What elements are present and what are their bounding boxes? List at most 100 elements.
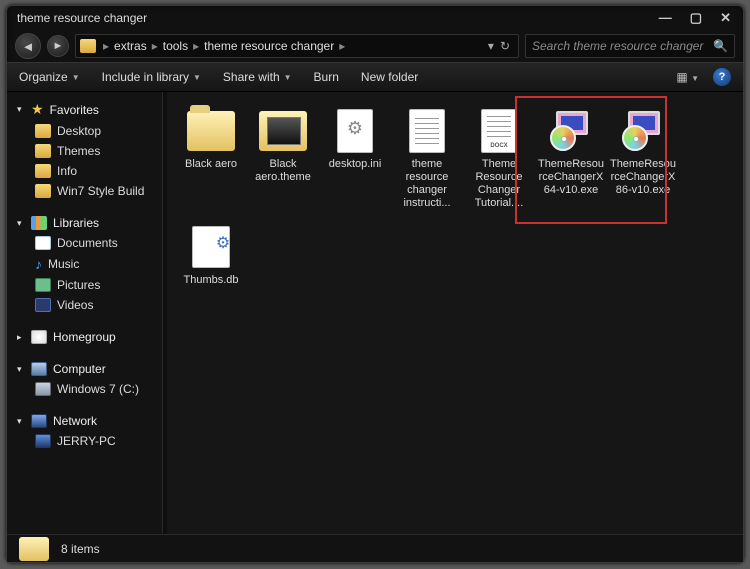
- share-with-button[interactable]: Share with▼: [223, 70, 292, 84]
- chevron-down-icon: ▼: [72, 73, 80, 82]
- folder-icon: [35, 164, 51, 178]
- collapse-icon: ▾: [17, 104, 25, 115]
- file-icon: [547, 108, 595, 154]
- sidebar-item-themes[interactable]: Themes: [7, 141, 162, 161]
- file-icon: [187, 108, 235, 154]
- file-label: ThemeResourceChangerX86-v10.exe: [609, 158, 677, 197]
- collapse-icon: ▾: [17, 218, 25, 229]
- star-icon: ★: [31, 101, 44, 118]
- folder-icon: [35, 124, 51, 138]
- homegroup-header[interactable]: ▸Homegroup: [7, 327, 162, 347]
- maximize-button[interactable]: ▢: [690, 10, 702, 26]
- sidebar-item-jerry-pc[interactable]: JERRY-PC: [7, 431, 162, 451]
- libraries-icon: [31, 216, 47, 230]
- address-bar: ◄ ► ▸ extras ▸ tools ▸ theme resource ch…: [7, 30, 743, 62]
- collapse-icon: ▾: [17, 416, 25, 427]
- file-label: Thumbs.db: [183, 274, 238, 287]
- sidebar: ▾★Favorites Desktop Themes Info Win7 Sty…: [7, 92, 163, 534]
- toolbar: Organize▼ Include in library▼ Share with…: [7, 62, 743, 92]
- folder-icon: [19, 537, 49, 561]
- sidebar-item-drive-c[interactable]: Windows 7 (C:): [7, 379, 162, 399]
- sidebar-item-music[interactable]: ♪Music: [7, 253, 162, 275]
- sidebar-item-info[interactable]: Info: [7, 161, 162, 181]
- file-label: Theme Resource Changer Tutorial....: [465, 158, 533, 210]
- file-item[interactable]: ThemeResourceChangerX64-v10.exe: [535, 104, 607, 214]
- file-label: ThemeResourceChangerX64-v10.exe: [537, 158, 605, 197]
- include-library-button[interactable]: Include in library▼: [102, 70, 201, 84]
- folder-icon: [80, 39, 96, 53]
- file-label: desktop.ini: [329, 158, 382, 171]
- libraries-header[interactable]: ▾Libraries: [7, 213, 162, 233]
- file-item[interactable]: Black aero: [175, 104, 247, 214]
- search-placeholder: Search theme resource changer: [532, 39, 703, 53]
- file-item[interactable]: Black aero.theme: [247, 104, 319, 214]
- file-label: theme resource changer instructi...: [393, 158, 461, 210]
- breadcrumb[interactable]: ▸ extras ▸ tools ▸ theme resource change…: [75, 34, 519, 58]
- titlebar: theme resource changer — ▢ ✕: [7, 6, 743, 30]
- music-icon: ♪: [35, 256, 42, 272]
- file-item[interactable]: desktop.ini: [319, 104, 391, 214]
- minimize-button[interactable]: —: [659, 10, 672, 26]
- crumb-current[interactable]: theme resource changer: [204, 39, 334, 53]
- sidebar-item-desktop[interactable]: Desktop: [7, 121, 162, 141]
- forward-button[interactable]: ►: [47, 35, 69, 57]
- pictures-icon: [35, 278, 51, 292]
- network-icon: [31, 414, 47, 428]
- sidebar-item-documents[interactable]: Documents: [7, 233, 162, 253]
- view-mode-button[interactable]: ▦ ▼: [676, 70, 699, 84]
- file-icon: [187, 224, 235, 270]
- file-item[interactable]: Theme Resource Changer Tutorial....: [463, 104, 535, 214]
- search-icon: 🔍: [713, 39, 728, 53]
- item-count: 8 items: [61, 542, 100, 556]
- file-grid: Black aero Black aero.theme desktop.ini the…: [175, 104, 735, 297]
- refresh-icon[interactable]: ↻: [500, 39, 510, 53]
- file-item[interactable]: Thumbs.db: [175, 220, 247, 291]
- new-folder-button[interactable]: New folder: [361, 70, 418, 84]
- file-icon: [475, 108, 523, 154]
- collapse-icon: ▾: [17, 364, 25, 375]
- file-label: Black aero: [185, 158, 237, 171]
- sidebar-item-videos[interactable]: Videos: [7, 295, 162, 315]
- file-label: Black aero.theme: [249, 158, 317, 184]
- sidebar-item-win7sb[interactable]: Win7 Style Build: [7, 181, 162, 201]
- help-button[interactable]: ?: [713, 68, 731, 86]
- chevron-right-icon[interactable]: ▸: [100, 39, 112, 53]
- chevron-down-icon: ▼: [284, 73, 292, 82]
- chevron-right-icon[interactable]: ▸: [149, 39, 161, 53]
- window-title: theme resource changer: [17, 11, 659, 25]
- documents-icon: [35, 236, 51, 250]
- file-item[interactable]: theme resource changer instructi...: [391, 104, 463, 214]
- explorer-window: theme resource changer — ▢ ✕ ◄ ► ▸ extra…: [6, 5, 744, 563]
- close-button[interactable]: ✕: [720, 10, 731, 26]
- file-item[interactable]: ThemeResourceChangerX86-v10.exe: [607, 104, 679, 214]
- pc-icon: [35, 434, 51, 448]
- expand-icon: ▸: [17, 332, 25, 343]
- crumb-extras[interactable]: extras: [114, 39, 147, 53]
- network-header[interactable]: ▾Network: [7, 411, 162, 431]
- file-icon: [403, 108, 451, 154]
- status-bar: 8 items: [7, 534, 743, 562]
- file-pane[interactable]: Black aero Black aero.theme desktop.ini the…: [167, 92, 743, 534]
- favorites-header[interactable]: ▾★Favorites: [7, 98, 162, 121]
- folder-icon: [35, 184, 51, 198]
- chevron-right-icon[interactable]: ▸: [190, 39, 202, 53]
- crumb-tools[interactable]: tools: [163, 39, 188, 53]
- videos-icon: [35, 298, 51, 312]
- computer-header[interactable]: ▾Computer: [7, 359, 162, 379]
- computer-icon: [31, 362, 47, 376]
- chevron-right-icon[interactable]: ▸: [336, 39, 348, 53]
- dropdown-history-icon[interactable]: ▾: [488, 39, 494, 53]
- file-icon: [259, 108, 307, 154]
- back-button[interactable]: ◄: [15, 33, 41, 59]
- folder-icon: [35, 144, 51, 158]
- body: ▾★Favorites Desktop Themes Info Win7 Sty…: [7, 92, 743, 534]
- burn-button[interactable]: Burn: [314, 70, 339, 84]
- window-buttons: — ▢ ✕: [659, 10, 731, 26]
- sidebar-item-pictures[interactable]: Pictures: [7, 275, 162, 295]
- organize-button[interactable]: Organize▼: [19, 70, 80, 84]
- chevron-down-icon: ▼: [193, 73, 201, 82]
- file-icon: [331, 108, 379, 154]
- homegroup-icon: [31, 330, 47, 344]
- file-icon: [619, 108, 667, 154]
- search-input[interactable]: Search theme resource changer 🔍: [525, 34, 735, 58]
